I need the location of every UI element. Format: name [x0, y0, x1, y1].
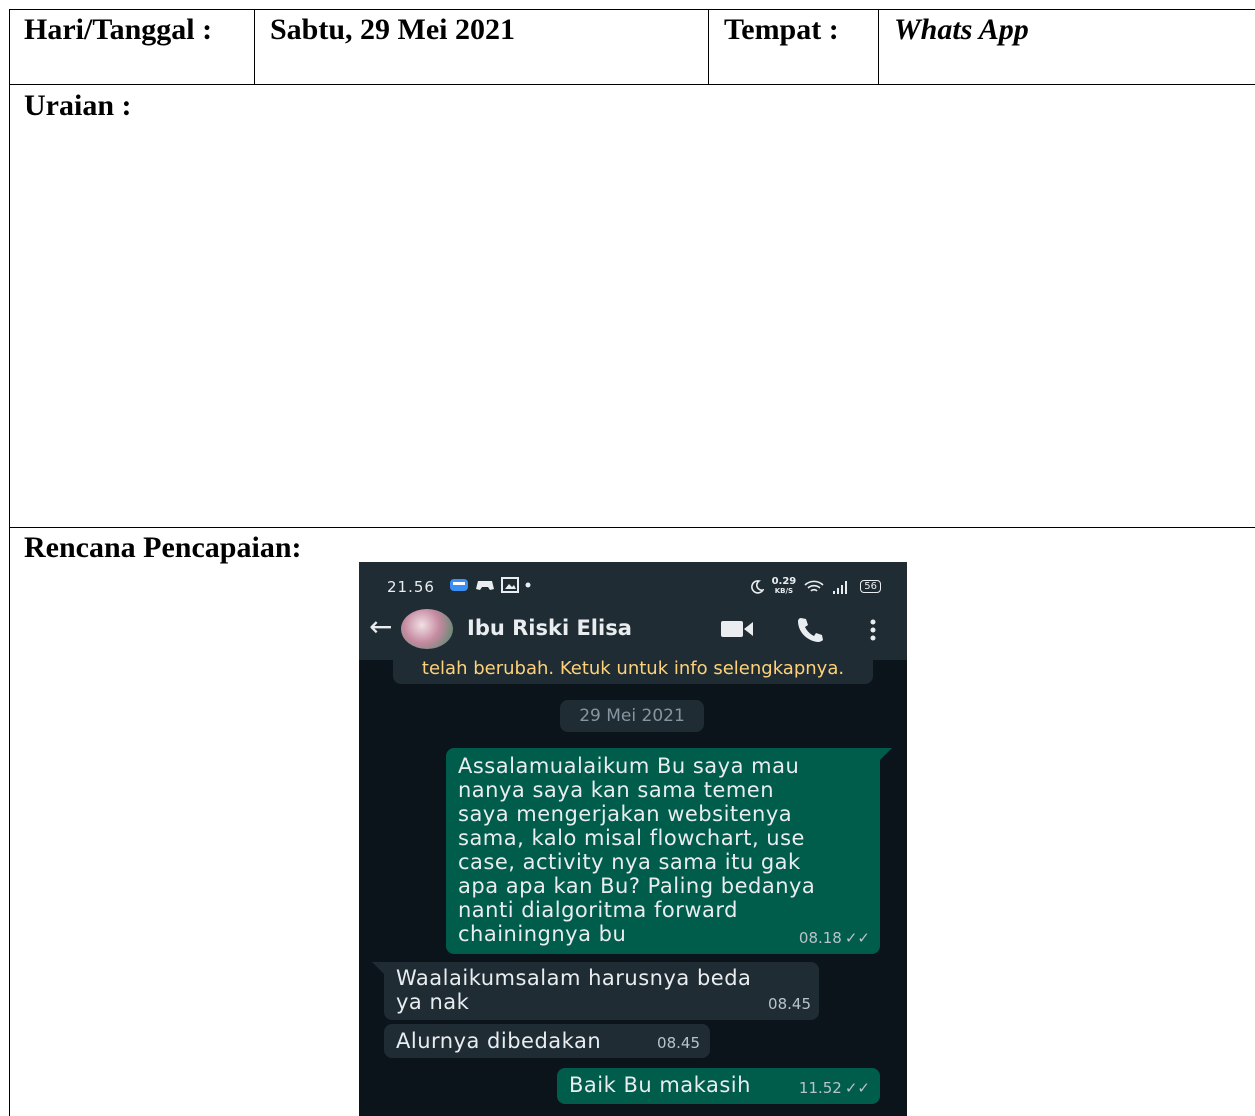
table-border: [878, 9, 879, 85]
bubble-tail: [372, 962, 384, 974]
gamepad-icon: [476, 581, 494, 590]
place-value: Whats App: [894, 13, 1029, 46]
bubble-tail: [880, 748, 892, 760]
table-border: [9, 527, 1255, 528]
whatsapp-screenshot: 21.56 0.29 KB/S 56 ← Ibu Riski Elisa tel…: [359, 562, 907, 1116]
read-receipt-icon: ✓✓: [844, 1079, 870, 1097]
table-border: [9, 9, 10, 1116]
day-label: Hari/Tanggal :: [24, 13, 213, 46]
read-receipt-icon: ✓✓: [844, 929, 870, 947]
contact-name[interactable]: Ibu Riski Elisa: [467, 616, 632, 640]
table-border: [9, 84, 1255, 85]
message-text: Assalamualaikum Bu saya mau nanya saya k…: [458, 754, 816, 946]
chat-area[interactable]: telah berubah. Ketuk untuk info selengka…: [359, 654, 907, 1116]
dot-icon: [525, 582, 531, 588]
network-speed: 0.29 KB/S: [771, 576, 797, 596]
status-bar: 21.56 0.29 KB/S 56: [359, 562, 907, 598]
message-bubble-outgoing[interactable]: Baik Bu makasih 11.52 ✓✓: [557, 1068, 880, 1104]
status-time: 21.56: [387, 578, 435, 596]
message-text: Alurnya dibedakan: [396, 1029, 602, 1053]
description-label: Uraian :: [24, 89, 132, 122]
day-value: Sabtu, 29 Mei 2021: [270, 13, 516, 46]
message-time: 08.18: [798, 929, 842, 947]
video-call-icon[interactable]: [720, 619, 754, 639]
system-icons: 0.29 KB/S 56: [750, 577, 881, 596]
security-notice[interactable]: telah berubah. Ketuk untuk info selengka…: [393, 654, 873, 684]
phone-call-icon[interactable]: [795, 616, 823, 642]
date-chip: 29 Mei 2021: [560, 700, 704, 732]
message-time: 08.45: [768, 995, 811, 1013]
chat-header: ← Ibu Riski Elisa: [359, 598, 907, 660]
message-time: 08.45: [657, 1034, 700, 1052]
gallery-icon: [501, 577, 519, 593]
table-border: [708, 9, 709, 85]
message-bubble-incoming[interactable]: Waalaikumsalam harusnya beda ya nak 08.4…: [372, 962, 819, 1020]
message-meta: 11.52 ✓✓: [799, 1076, 870, 1100]
message-text: Waalaikumsalam harusnya beda ya nak: [396, 966, 752, 1014]
table-border: [254, 9, 255, 85]
more-options-icon[interactable]: [869, 618, 877, 642]
back-arrow-icon[interactable]: ←: [369, 612, 392, 642]
wifi-icon: [804, 580, 824, 592]
message-text: Baik Bu makasih: [569, 1073, 751, 1097]
plan-label: Rencana Pencapaian:: [24, 531, 302, 564]
car-notification-icon: [450, 579, 468, 591]
message-time: 11.52: [798, 1079, 842, 1097]
battery-icon: 56: [860, 580, 881, 593]
table-border: [9, 9, 1255, 10]
signal-icon: [833, 580, 848, 594]
message-bubble-outgoing[interactable]: Assalamualaikum Bu saya mau nanya saya k…: [446, 748, 892, 954]
logbook-document: Hari/Tanggal : Sabtu, 29 Mei 2021 Tempat…: [0, 0, 1255, 1116]
notification-icons: [449, 577, 531, 593]
moon-icon: [750, 579, 764, 594]
place-label: Tempat :: [724, 13, 839, 46]
message-meta: 08.18 ✓✓: [799, 926, 870, 950]
avatar[interactable]: [401, 609, 453, 649]
message-bubble-incoming[interactable]: Alurnya dibedakan 08.45: [384, 1024, 710, 1058]
